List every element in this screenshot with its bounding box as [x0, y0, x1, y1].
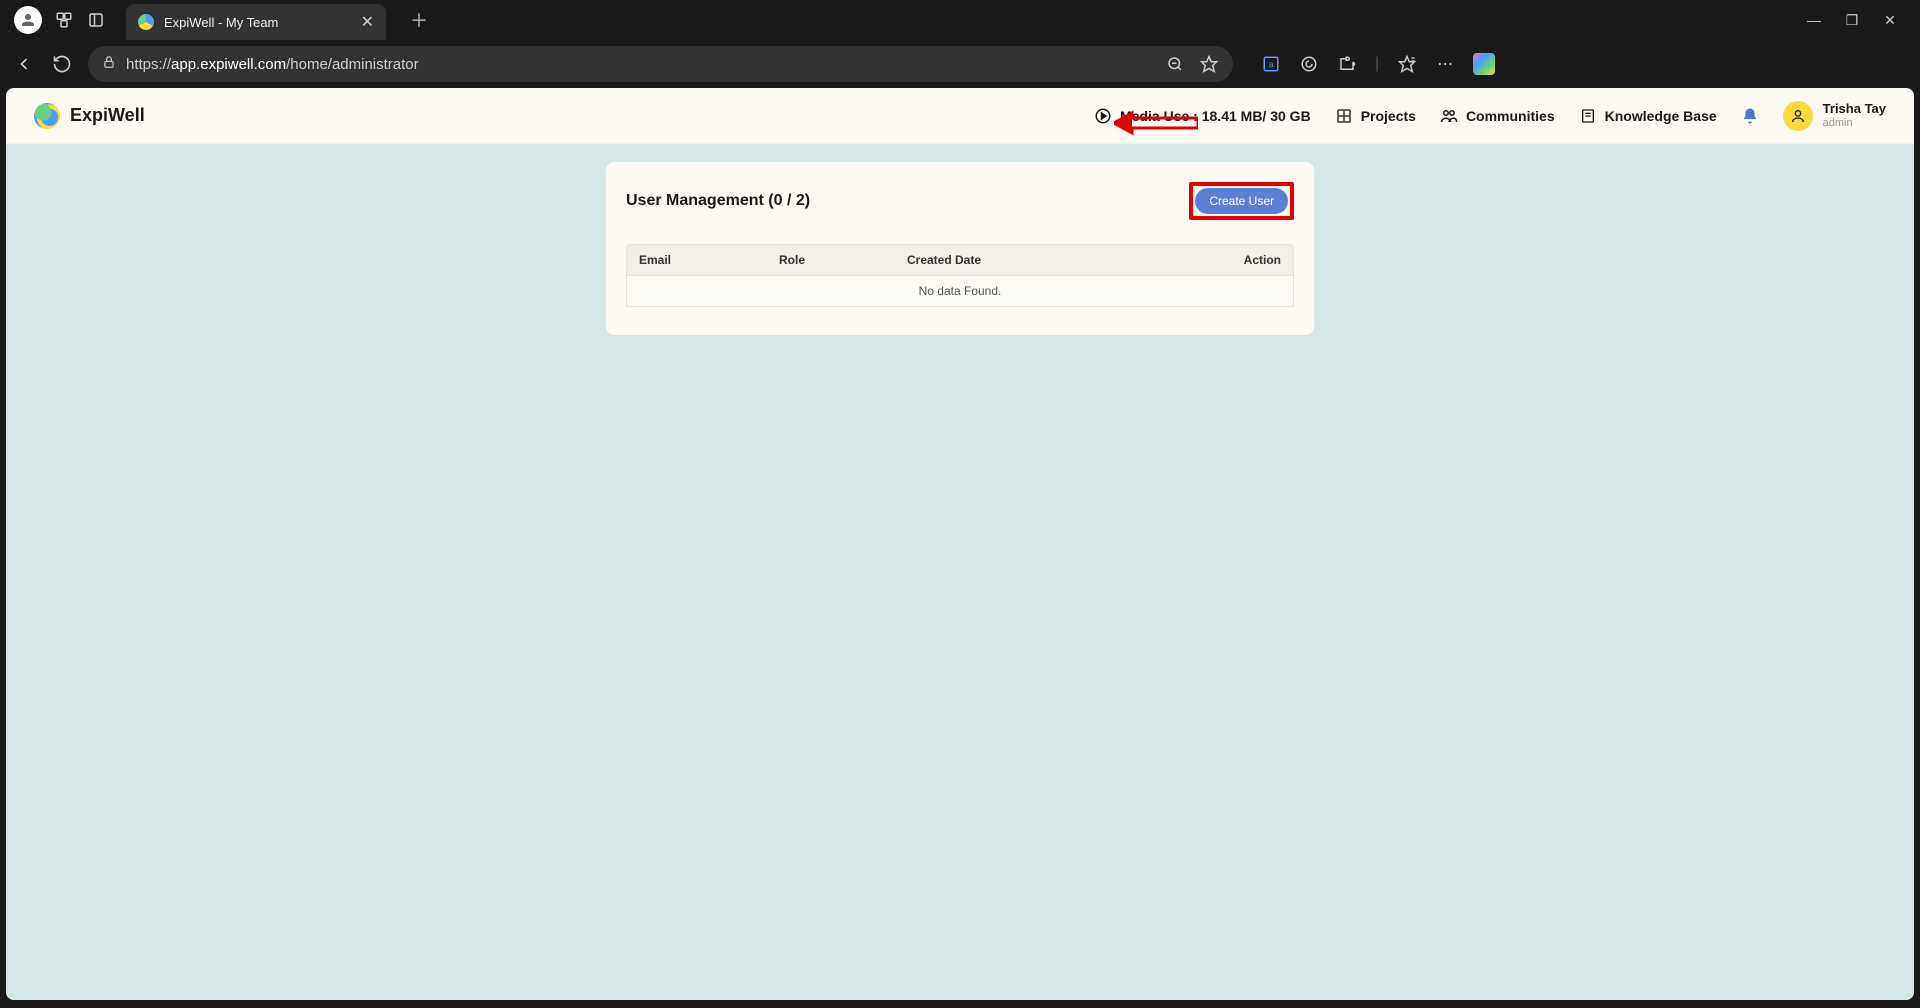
workspaces-icon[interactable]	[54, 10, 74, 30]
extensions-icon[interactable]	[1337, 54, 1357, 74]
card-title: User Management (0 / 2)	[626, 192, 810, 210]
browser-chrome: ExpiWell - My Team ✕ ＋ — ❐ ✕ https://app…	[0, 0, 1920, 88]
user-menu[interactable]: Trisha Tay admin	[1783, 101, 1886, 131]
browser-titlebar: ExpiWell - My Team ✕ ＋ — ❐ ✕	[0, 0, 1920, 40]
tab-close-button[interactable]: ✕	[361, 12, 374, 32]
nav-projects[interactable]: Projects	[1335, 107, 1416, 125]
app-viewport: ExpiWell Media Use : 18.41 MB/ 30 GB Pro…	[6, 88, 1914, 1000]
user-name: Trisha Tay	[1823, 102, 1886, 116]
notifications-button[interactable]	[1741, 107, 1759, 125]
column-header-created-date: Created Date	[907, 253, 1211, 267]
nav-refresh-button[interactable]	[50, 52, 74, 76]
app-body: User Management (0 / 2) Create User Emai…	[6, 144, 1914, 1000]
table-empty-message: No data Found.	[626, 276, 1294, 307]
copilot-icon[interactable]	[1473, 53, 1495, 75]
new-tab-button[interactable]: ＋	[410, 7, 428, 33]
address-bar[interactable]: https://app.expiwell.com/home/administra…	[88, 46, 1233, 82]
url-prefix: https://	[126, 56, 171, 73]
browser-profile-button[interactable]	[14, 6, 42, 34]
tab-favicon	[138, 14, 154, 30]
url-path: /home/administrator	[286, 56, 419, 73]
column-header-action: Action	[1211, 253, 1281, 267]
svg-text:a: a	[1269, 60, 1274, 69]
brand-logo[interactable]: ExpiWell	[34, 103, 145, 129]
tab-actions-icon[interactable]	[86, 10, 106, 30]
nav-knowledge-base[interactable]: Knowledge Base	[1579, 107, 1717, 125]
user-role: admin	[1823, 117, 1886, 129]
app-header: ExpiWell Media Use : 18.41 MB/ 30 GB Pro…	[6, 88, 1914, 144]
favorite-icon[interactable]	[1199, 54, 1219, 74]
nav-kb-label: Knowledge Base	[1605, 108, 1717, 124]
book-icon	[1579, 107, 1597, 125]
tab-title: ExpiWell - My Team	[164, 15, 351, 30]
lock-icon	[102, 55, 116, 74]
nav-communities-label: Communities	[1466, 108, 1555, 124]
grammarly-icon[interactable]	[1299, 54, 1319, 74]
column-header-email: Email	[639, 253, 779, 267]
create-user-button[interactable]: Create User	[1195, 188, 1288, 214]
play-circle-icon	[1094, 107, 1112, 125]
more-icon[interactable]: ⋯	[1435, 54, 1455, 74]
annotation-highlight: Create User	[1189, 182, 1294, 220]
favorites-bar-icon[interactable]	[1397, 54, 1417, 74]
user-management-card: User Management (0 / 2) Create User Emai…	[606, 162, 1314, 335]
browser-address-bar-row: https://app.expiwell.com/home/administra…	[0, 40, 1920, 88]
table-header-row: Email Role Created Date Action	[626, 244, 1294, 276]
browser-tab[interactable]: ExpiWell - My Team ✕	[126, 4, 386, 40]
url-text: https://app.expiwell.com/home/administra…	[126, 56, 419, 73]
brand-name: ExpiWell	[70, 105, 145, 126]
window-maximize-button[interactable]: ❐	[1844, 12, 1860, 29]
zoom-icon[interactable]	[1165, 54, 1185, 74]
users-table: Email Role Created Date Action No data F…	[626, 244, 1294, 307]
column-header-role: Role	[779, 253, 907, 267]
window-close-button[interactable]: ✕	[1882, 12, 1898, 29]
grid-icon	[1335, 107, 1353, 125]
url-host: app.expiwell.com	[171, 56, 286, 73]
nav-back-button[interactable]	[12, 52, 36, 76]
nav-communities[interactable]: Communities	[1440, 107, 1555, 125]
users-icon	[1440, 107, 1458, 125]
nav-projects-label: Projects	[1361, 108, 1416, 124]
window-minimize-button[interactable]: —	[1806, 12, 1822, 28]
annotation-arrow	[1114, 110, 1198, 141]
translate-icon[interactable]: a	[1261, 54, 1281, 74]
avatar-icon	[1783, 101, 1813, 131]
logo-mark-icon	[34, 103, 60, 129]
